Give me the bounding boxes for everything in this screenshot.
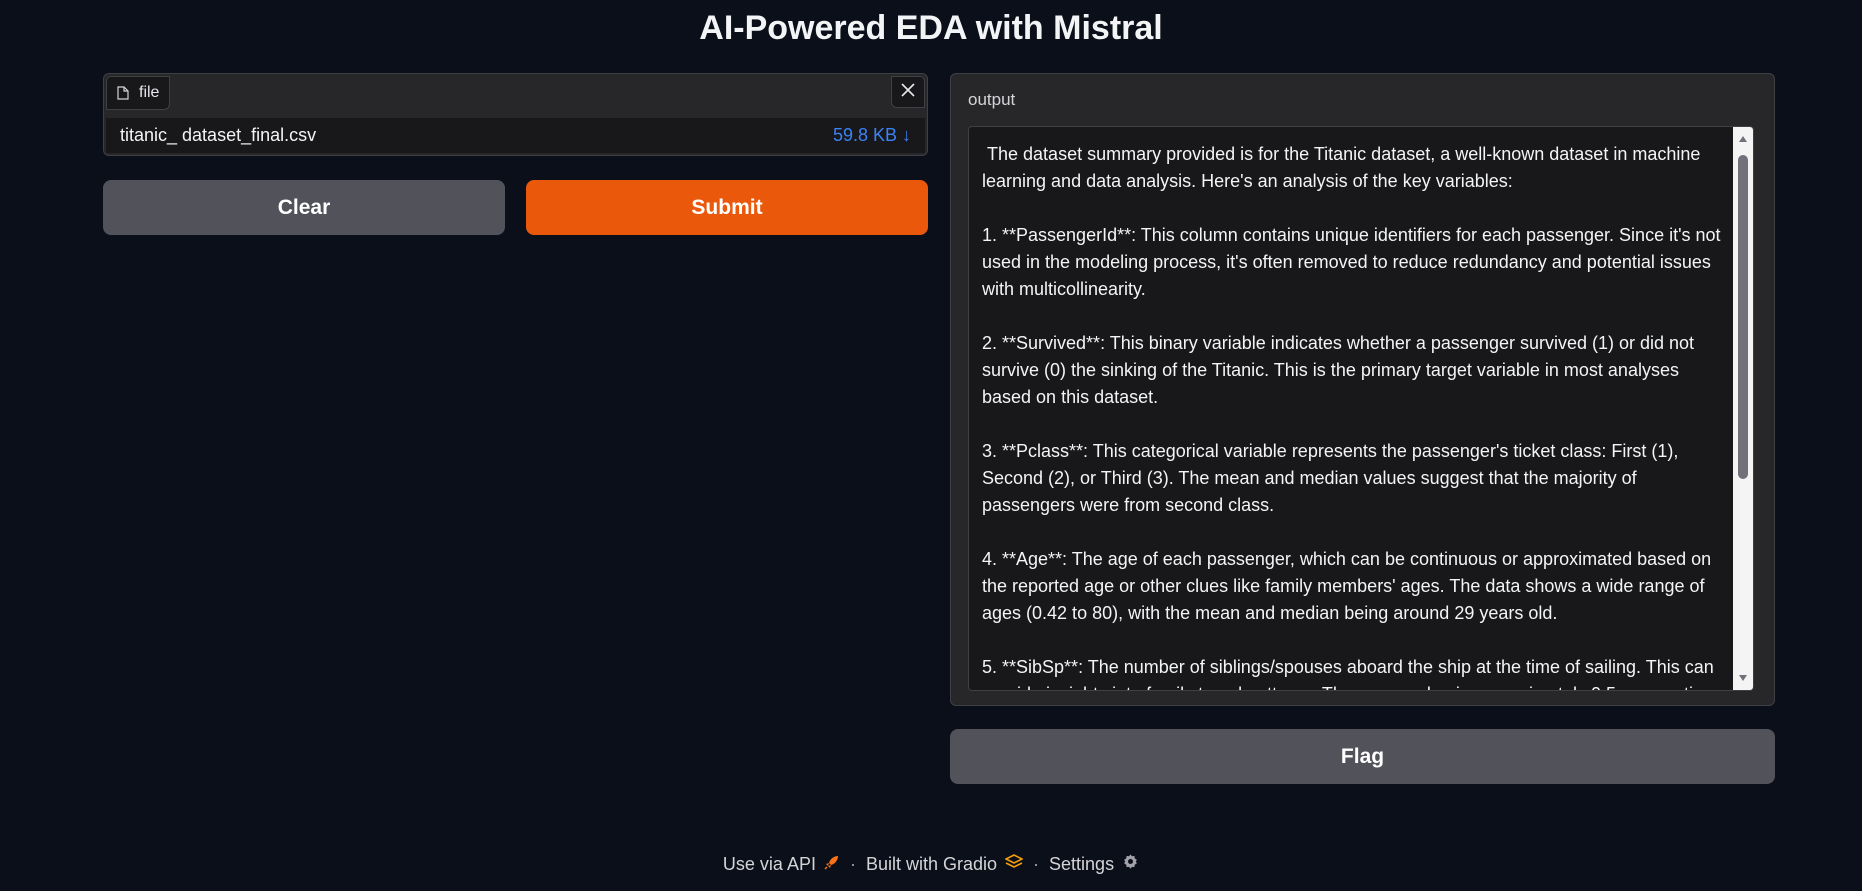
scroll-down-arrow-icon[interactable] bbox=[1733, 670, 1753, 686]
footer-separator: · bbox=[1033, 853, 1040, 874]
gradio-logo-icon bbox=[1004, 853, 1024, 875]
use-via-api-link[interactable]: Use via API bbox=[723, 854, 840, 875]
file-icon bbox=[117, 86, 129, 100]
file-upload[interactable]: file titanic_ dataset_final.csv 59.8 KB … bbox=[103, 73, 928, 156]
clear-button[interactable]: Clear bbox=[103, 180, 505, 235]
output-textbox[interactable]: The dataset summary provided is for the … bbox=[968, 126, 1754, 691]
settings-label: Settings bbox=[1049, 853, 1115, 874]
built-with-gradio-link[interactable]: Built with Gradio bbox=[865, 853, 1024, 875]
use-via-api-label: Use via API bbox=[722, 853, 816, 874]
clear-file-button[interactable] bbox=[891, 76, 925, 108]
file-name: titanic_ dataset_final.csv bbox=[120, 125, 317, 145]
file-download-link[interactable]: 59.8 KB ↓ bbox=[833, 125, 911, 146]
output-label: output bbox=[968, 90, 1016, 109]
app-page: AI-Powered EDA with Mistral file titanic… bbox=[0, 0, 1862, 891]
file-label-tag: file bbox=[106, 76, 171, 110]
page-title: AI-Powered EDA with Mistral bbox=[699, 9, 1163, 47]
rocket-icon bbox=[824, 854, 840, 875]
gear-icon bbox=[1122, 853, 1139, 875]
submit-button[interactable]: Submit bbox=[526, 180, 928, 235]
scrollbar-thumb[interactable] bbox=[1738, 155, 1748, 479]
close-icon bbox=[901, 82, 915, 102]
uploaded-file-row[interactable]: titanic_ dataset_final.csv 59.8 KB ↓ bbox=[106, 118, 925, 153]
flag-button[interactable]: Flag bbox=[950, 729, 1775, 784]
built-with-gradio-label: Built with Gradio bbox=[865, 853, 998, 874]
output-scrollbar[interactable] bbox=[1733, 127, 1753, 690]
footer-separator: · bbox=[849, 853, 856, 874]
file-label-text: file bbox=[139, 84, 160, 101]
footer: Use via API · Built with Gradio · Settin… bbox=[0, 853, 1862, 875]
output-panel: output The dataset summary provided is f… bbox=[950, 73, 1775, 706]
scroll-up-arrow-icon[interactable] bbox=[1733, 131, 1753, 147]
output-text: The dataset summary provided is for the … bbox=[982, 144, 1721, 690]
settings-link[interactable]: Settings bbox=[1049, 853, 1139, 875]
